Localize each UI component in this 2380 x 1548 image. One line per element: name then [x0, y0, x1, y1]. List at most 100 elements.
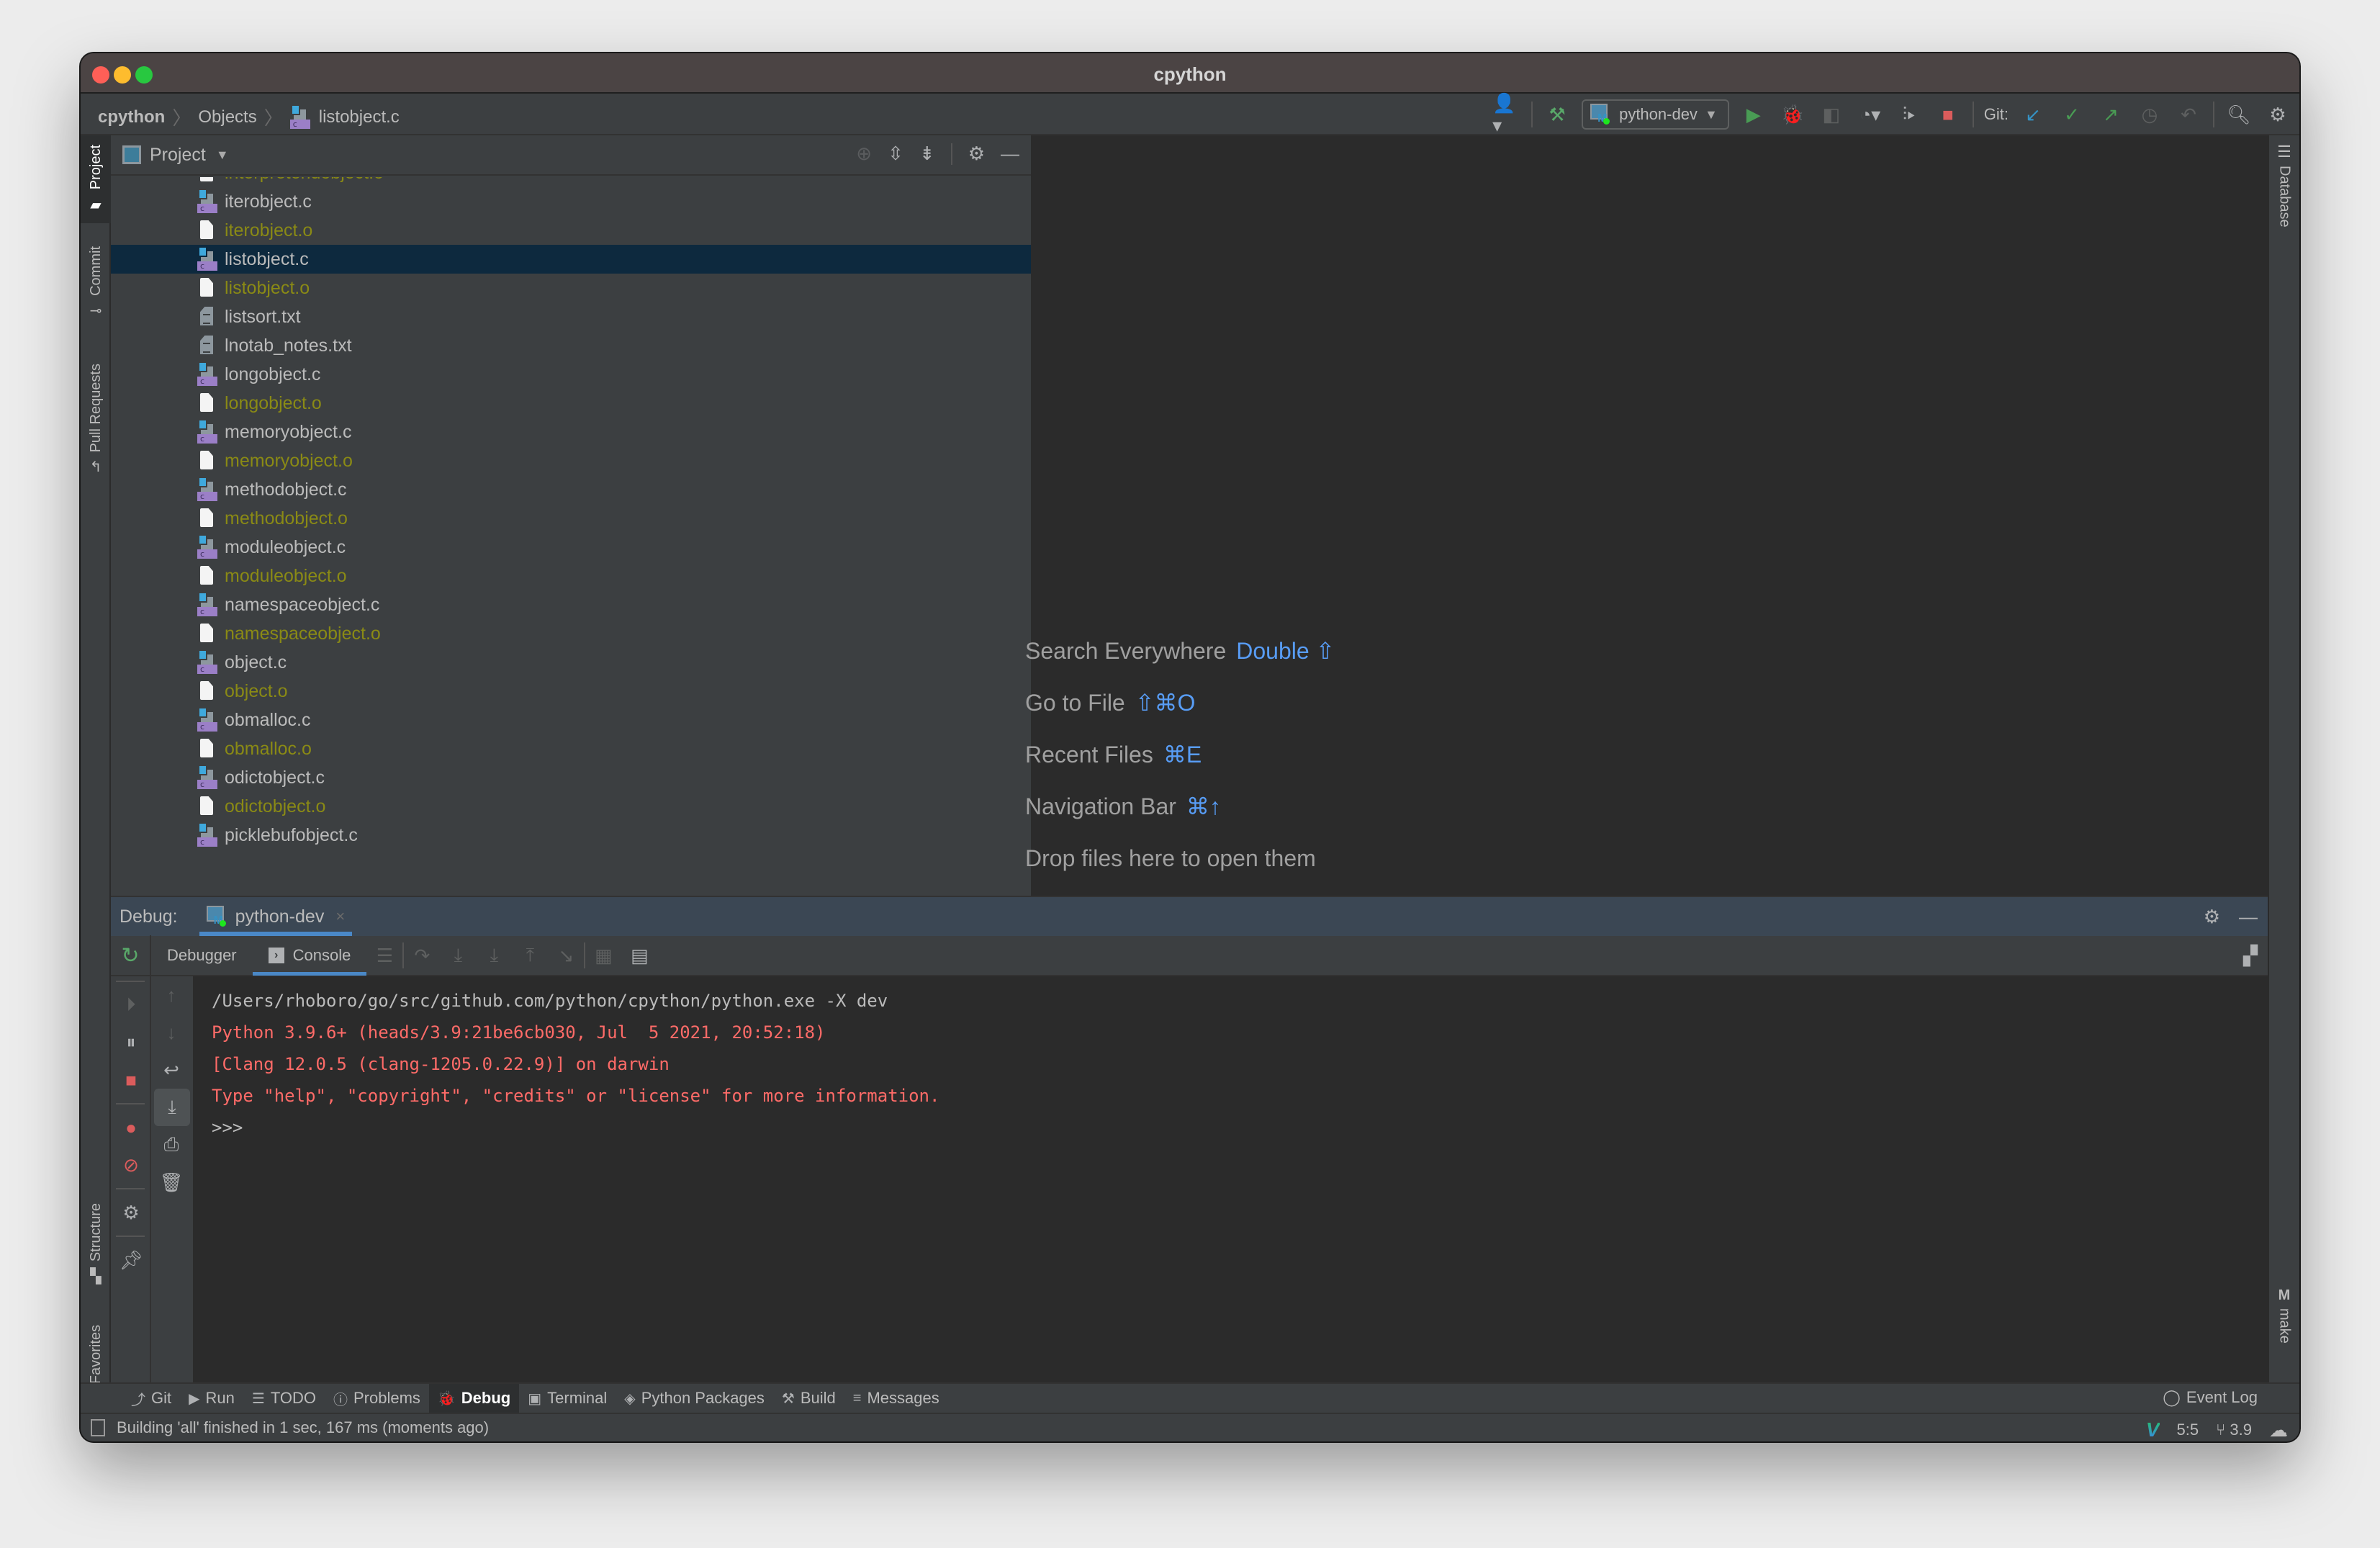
arrow-up-icon[interactable]: ↑ — [151, 976, 191, 1014]
tree-file-item[interactable]: c memoryobject.c — [111, 418, 1031, 446]
hide-panel-icon[interactable]: — — [2239, 906, 2258, 928]
step-over-icon[interactable]: ↷ — [404, 945, 440, 967]
status-message[interactable]: Building 'all' finished in 1 sec, 167 ms… — [117, 1418, 489, 1437]
tree-file-item[interactable]: c obmalloc.c — [111, 706, 1031, 734]
breadcrumb-project[interactable]: cpython — [98, 107, 165, 127]
tree-file-item[interactable]: c longobject.c — [111, 360, 1031, 389]
tab-debugger[interactable]: Debugger — [151, 935, 253, 976]
step-into-my-code-icon[interactable]: ⤓ — [476, 944, 512, 967]
coverage-icon[interactable]: ◧ — [1817, 100, 1846, 129]
project-view-select[interactable]: Project — [150, 145, 206, 166]
tree-file-item[interactable]: c object.c — [111, 648, 1031, 677]
tool-tab-structure[interactable]: Structure ▚ — [81, 1194, 111, 1295]
tool-tab-problems[interactable]: ⓘ Problems — [325, 1384, 429, 1413]
tool-tab-run[interactable]: ▶ Run — [180, 1384, 243, 1413]
tree-file-item[interactable]: obmalloc.o — [111, 734, 1031, 763]
gear-icon[interactable]: ⚙ — [2263, 100, 2292, 129]
tool-tab-pull-requests[interactable]: Pull Requests ↰ — [81, 344, 111, 495]
arrow-down-icon[interactable]: ↓ — [151, 1014, 191, 1051]
tool-tab-python-packages[interactable]: ◈ Python Packages — [616, 1384, 773, 1413]
build-hammer-icon[interactable]: ⚒ — [1543, 100, 1572, 129]
gear-icon[interactable]: ⚙ — [968, 143, 985, 165]
event-log-button[interactable]: ◯ Event Log — [2163, 1388, 2258, 1407]
tree-file-item[interactable]: listsort.txt — [111, 302, 1031, 331]
tree-file-item[interactable]: c odictobject.c — [111, 763, 1031, 792]
toggle-tool-windows-icon[interactable] — [91, 1419, 105, 1436]
settings-icon[interactable]: ⚙ — [111, 1194, 151, 1231]
show-variables-icon[interactable]: ▤ — [621, 945, 657, 967]
pause-icon[interactable]: ⏸ — [111, 1024, 151, 1061]
tool-tab-todo[interactable]: ☰ TODO — [243, 1384, 325, 1413]
tree-file-item[interactable]: memoryobject.o — [111, 446, 1031, 475]
run-to-cursor-icon[interactable]: ↘ — [548, 945, 584, 967]
trash-icon[interactable]: 🗑︎ — [151, 1164, 191, 1201]
frames-list-icon[interactable]: ☰ — [366, 945, 402, 967]
project-tree[interactable]: interpreteridobject.o c iterobject.c iterob… — [111, 177, 1031, 896]
git-commit-icon[interactable]: ✓ — [2057, 100, 2086, 129]
tree-file-item[interactable]: c listobject.c — [111, 245, 1031, 274]
tree-file-item[interactable]: iterobject.o — [111, 216, 1031, 245]
debug-bug-icon[interactable]: 🐞 — [1778, 100, 1807, 129]
gear-icon[interactable]: ⚙ — [2204, 906, 2220, 928]
rerun-icon[interactable]: ↻ — [111, 935, 151, 976]
tab-console[interactable]: › Console — [252, 935, 367, 976]
mute-breakpoints-icon[interactable]: ⊘ — [111, 1146, 151, 1184]
tool-tab-git[interactable]: ⤴ Git — [122, 1384, 180, 1413]
breadcrumb-file[interactable]: listobject.c — [319, 107, 400, 127]
tool-tab-project[interactable]: Project ▰ — [81, 135, 111, 223]
tree-file-item[interactable]: interpreteridobject.o — [111, 177, 1031, 187]
scroll-to-end-icon[interactable]: ⤓ — [154, 1089, 190, 1126]
tool-tab-messages[interactable]: ≡ Messages — [844, 1384, 948, 1413]
expand-all-icon[interactable]: ⇳ — [888, 143, 903, 165]
tool-tab-terminal[interactable]: ▣ Terminal — [519, 1384, 616, 1413]
git-branch-widget[interactable]: ⑂ 3.9 — [2216, 1421, 2252, 1439]
hide-panel-icon[interactable]: — — [1001, 143, 1019, 165]
cloud-settings-icon[interactable]: ☁ — [2269, 1419, 2288, 1441]
tool-tab-build[interactable]: ⚒ Build — [773, 1384, 844, 1413]
git-push-icon[interactable]: ↗ — [2096, 100, 2125, 129]
tree-file-item[interactable]: c methodobject.c — [111, 475, 1031, 504]
git-history-icon[interactable]: ◷ — [2135, 100, 2164, 129]
console-output[interactable]: /Users/rhoboro/go/src/github.com/python/… — [193, 976, 2268, 1382]
evaluate-expression-icon[interactable]: ▦ — [585, 945, 621, 967]
stop-icon[interactable]: ■ — [111, 1061, 151, 1099]
search-icon[interactable]: 🔍︎ — [2225, 100, 2253, 129]
print-icon[interactable]: ⎙ — [151, 1126, 191, 1164]
soft-wrap-icon[interactable]: ↩ — [151, 1051, 191, 1089]
git-rollback-icon[interactable]: ↶ — [2174, 100, 2203, 129]
tree-file-item[interactable]: odictobject.o — [111, 792, 1031, 821]
pin-icon[interactable]: 📌︎ — [111, 1241, 151, 1279]
tree-file-item[interactable]: c namespaceobject.c — [111, 590, 1031, 619]
layout-settings-icon[interactable]: ▞ — [2243, 945, 2258, 967]
account-icon[interactable]: 👤▾ — [1492, 92, 1521, 136]
run-configuration-select[interactable]: M python-dev ▼ — [1582, 99, 1729, 130]
tree-file-item[interactable]: c picklebufobject.c — [111, 821, 1031, 850]
tree-file-item[interactable]: methodobject.o — [111, 504, 1031, 533]
tool-tab-commit[interactable]: Commit ⊸ — [81, 236, 111, 330]
close-tab-icon[interactable]: × — [335, 907, 345, 926]
step-out-icon[interactable]: ⤒ — [512, 944, 548, 967]
collapse-all-icon[interactable]: ⇟ — [919, 143, 935, 165]
debug-session-tab[interactable]: M python-dev × — [199, 897, 353, 936]
tree-file-item[interactable]: namespaceobject.o — [111, 619, 1031, 648]
git-update-icon[interactable]: ↙ — [2019, 100, 2047, 129]
view-breakpoints-icon[interactable]: ● — [111, 1109, 151, 1146]
tree-file-item[interactable]: c moduleobject.c — [111, 533, 1031, 562]
tree-file-item[interactable]: object.o — [111, 677, 1031, 706]
locate-file-icon[interactable]: ⊕ — [856, 143, 872, 165]
breadcrumb-folder[interactable]: Objects — [198, 107, 256, 127]
run-icon[interactable]: ▶ — [1739, 100, 1768, 129]
tree-file-item[interactable]: lnotab_notes.txt — [111, 331, 1031, 360]
editor-empty-area[interactable]: Search Everywhere Double ⇧ Go to File ⇧⌘O Re… — [1025, 135, 2268, 896]
tree-file-item[interactable]: longobject.o — [111, 389, 1031, 418]
resume-icon[interactable]: ⏵ — [111, 986, 151, 1024]
tree-file-item[interactable]: c iterobject.c — [111, 187, 1031, 216]
tree-file-item[interactable]: listobject.o — [111, 274, 1031, 302]
attach-icon[interactable]: ⫶▸ — [1895, 100, 1924, 129]
profile-icon[interactable]: ◔▾ — [1856, 100, 1885, 129]
tool-tab-make[interactable]: M make — [2269, 1287, 2299, 1344]
stop-icon[interactable]: ■ — [1934, 100, 1962, 129]
caret-position[interactable]: 5:5 — [2177, 1421, 2199, 1439]
tree-file-item[interactable]: moduleobject.o — [111, 562, 1031, 590]
tool-tab-database[interactable]: ☰ Database — [2269, 143, 2299, 228]
